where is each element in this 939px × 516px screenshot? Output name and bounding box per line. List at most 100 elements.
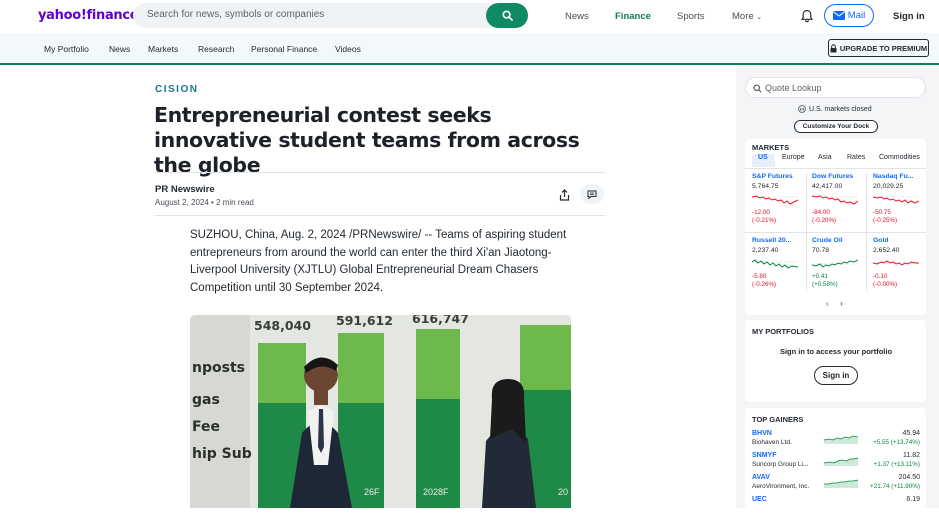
share-icon xyxy=(559,189,569,201)
sparkline xyxy=(752,259,798,269)
photo-text-4: hip Sub xyxy=(192,446,252,462)
tab-asia[interactable]: Asia xyxy=(818,154,832,161)
search-box[interactable]: Search for news, symbols or companies xyxy=(133,3,528,28)
sparkline xyxy=(752,195,798,205)
top-gainers-title: TOP GAINERS xyxy=(752,415,804,424)
tile-percent: (-0.21%) xyxy=(752,217,777,224)
market-tile[interactable]: Crude Oil 70.78 +0.41 (+0.58%) xyxy=(812,237,868,289)
lock-icon xyxy=(830,43,837,52)
tile-name: S&P Futures xyxy=(752,173,793,180)
tile-change: +0.41 xyxy=(812,273,828,280)
tab-europe[interactable]: Europe xyxy=(782,154,805,161)
gainer-symbol: BHVN xyxy=(752,430,772,437)
tile-change: -12.00 xyxy=(752,209,770,216)
tab-us[interactable]: US xyxy=(758,154,768,161)
nav-more-label: More xyxy=(732,11,754,22)
gainer-name: AeroVironment, Inc. xyxy=(752,483,810,490)
chevron-down-icon: ⌄ xyxy=(756,14,763,21)
divider xyxy=(745,168,926,169)
photo-number-2: 591,612 xyxy=(336,315,393,328)
subnav-my-portfolio[interactable]: My Portfolio xyxy=(44,44,89,54)
sparkline xyxy=(873,196,919,204)
subnav-markets[interactable]: Markets xyxy=(148,44,178,54)
envelope-icon xyxy=(832,11,845,20)
article-meta: August 2, 2024 • 2 min read xyxy=(155,198,254,207)
subnav-videos[interactable]: Videos xyxy=(335,44,361,54)
search-icon xyxy=(753,84,762,93)
sign-in-link[interactable]: Sign in xyxy=(893,11,925,22)
tile-price: 2,237.40 xyxy=(752,247,779,254)
chevron-left-icon[interactable]: ‹ xyxy=(826,299,829,308)
gainer-price: 45.94 xyxy=(902,430,920,437)
top-bar: yahoo!finance Search for news, symbols o… xyxy=(0,0,939,33)
subnav-personal-finance[interactable]: Personal Finance xyxy=(251,44,317,54)
tab-rates[interactable]: Rates xyxy=(847,154,865,161)
portfolio-sign-in-button[interactable]: Sign in xyxy=(814,366,858,385)
tile-name: Gold xyxy=(873,237,889,244)
search-icon xyxy=(501,10,513,21)
gainer-name: Biohaven Ltd. xyxy=(752,439,792,446)
article-body: SUZHOU, China, Aug. 2, 2024 /PRNewswire/… xyxy=(190,229,567,294)
sparkline xyxy=(824,435,858,444)
tile-price: 2,652.40 xyxy=(873,247,900,254)
customize-dock-button[interactable]: Customize Your Dock xyxy=(794,120,878,133)
chevron-right-icon[interactable]: › xyxy=(840,299,843,308)
tab-commodities[interactable]: Commodities xyxy=(879,154,920,161)
search-button[interactable] xyxy=(486,3,528,28)
sparkline xyxy=(824,457,858,466)
tile-percent: (-0.20%) xyxy=(812,217,837,224)
mail-button[interactable]: Mail xyxy=(824,4,874,27)
market-tile[interactable]: Russell 20... 2,237.40 -5.80 (-0.26%) xyxy=(752,237,808,289)
comments-button[interactable] xyxy=(580,184,604,204)
photo-label-1: 26F xyxy=(364,487,380,497)
mail-label: Mail xyxy=(847,10,866,21)
photo-label-2: 2028F xyxy=(423,487,449,497)
tile-percent: (-0.25%) xyxy=(873,217,898,224)
tile-name: Dow Futures xyxy=(812,173,854,180)
market-tile[interactable]: S&P Futures 5,764.75 -12.00 (-0.21%) xyxy=(752,173,808,225)
photo-number-1: 548,040 xyxy=(254,318,311,333)
gainer-symbol: AVAV xyxy=(752,474,770,481)
gainer-change: +21.74 (+11.90%) xyxy=(870,483,920,490)
tile-change: -0.10 xyxy=(873,273,888,280)
photo-illustration xyxy=(190,315,571,508)
gainer-price: 6.19 xyxy=(906,496,920,503)
gainer-symbol: SNMYF xyxy=(752,452,777,459)
tile-price: 70.78 xyxy=(812,247,830,254)
nav-news[interactable]: News xyxy=(565,11,589,22)
gainer-row[interactable]: AVAV AeroVironment, Inc. 204.50 +21.74 (… xyxy=(752,474,920,494)
subnav-news[interactable]: News xyxy=(109,44,130,54)
upgrade-premium-button[interactable]: UPGRADE TO PREMIUM xyxy=(828,39,929,57)
portfolios-message: Sign in to access your portfolio xyxy=(779,347,893,356)
source-logo[interactable]: CISION xyxy=(155,84,198,95)
bell-icon[interactable] xyxy=(800,9,814,23)
photo-text-3: Fee xyxy=(192,419,220,435)
gainer-row[interactable]: UEC 6.19 xyxy=(752,496,920,516)
tile-name: Nasdaq Fu... xyxy=(873,173,914,180)
sparkline xyxy=(824,479,858,488)
nav-more[interactable]: More ⌄ xyxy=(732,11,762,22)
yahoo-finance-logo[interactable]: yahoo!finance xyxy=(38,8,139,23)
search-input[interactable]: Search for news, symbols or companies xyxy=(147,9,324,20)
article-author[interactable]: PR Newswire xyxy=(155,184,215,195)
tile-change: -50.75 xyxy=(873,209,891,216)
divider xyxy=(155,172,605,173)
share-button[interactable] xyxy=(555,186,573,204)
article-photo[interactable]: 548,040 591,612 616,747 nposts gas Fee h… xyxy=(190,315,571,508)
tile-percent: (-0.26%) xyxy=(752,281,777,288)
market-tile[interactable]: Nasdaq Fu... 20,029.25 -50.75 (-0.25%) xyxy=(873,173,929,225)
market-tile[interactable]: Dow Futures 42,417.00 -84.00 (-0.20%) xyxy=(812,173,868,225)
market-building-icon xyxy=(798,105,806,113)
photo-label-3: 20 xyxy=(558,487,569,497)
gainer-row[interactable]: SNMYF Suncorp Group Li... 11.82 +1.37 (+… xyxy=(752,452,920,472)
gainer-row[interactable]: BHVN Biohaven Ltd. 45.94 +5.55 (+13.74%) xyxy=(752,430,920,450)
gainer-price: 11.82 xyxy=(903,452,920,459)
tile-name: Crude Oil xyxy=(812,237,843,244)
market-tile[interactable]: Gold 2,652.40 -0.10 (-0.00%) xyxy=(873,237,929,289)
quote-lookup-input[interactable]: Quote Lookup xyxy=(745,77,926,98)
tile-change: -5.80 xyxy=(752,273,767,280)
subnav-research[interactable]: Research xyxy=(198,44,234,54)
nav-sports[interactable]: Sports xyxy=(677,11,704,22)
nav-finance[interactable]: Finance xyxy=(615,11,651,22)
article-headline: Entrepreneurial contest seeks innovative… xyxy=(154,103,580,177)
